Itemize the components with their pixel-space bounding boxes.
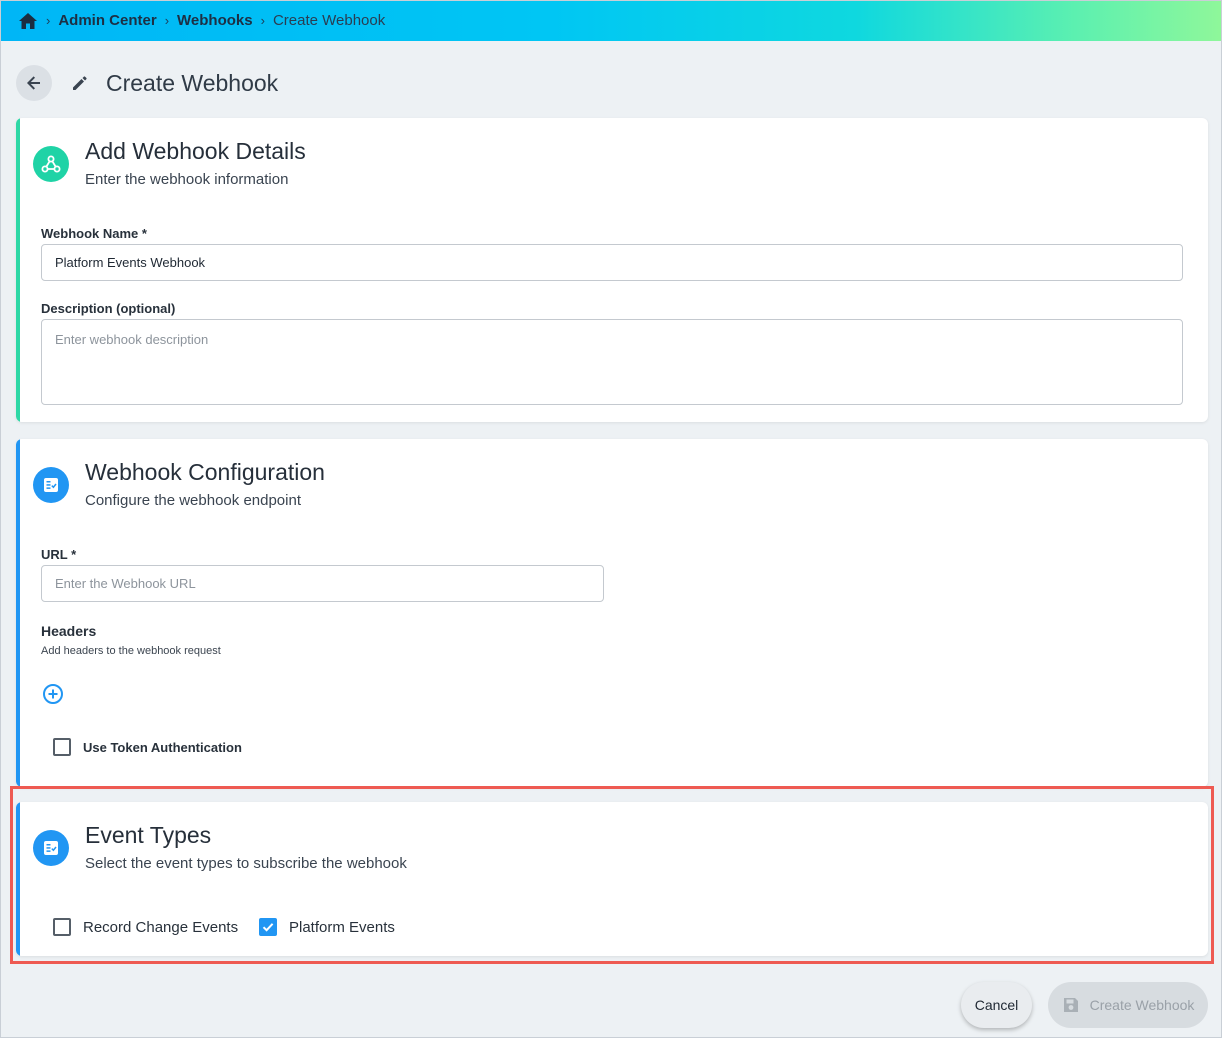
events-card-title: Event Types	[85, 822, 212, 848]
token-auth-checkbox[interactable]	[53, 738, 71, 756]
cancel-button[interactable]: Cancel	[961, 982, 1032, 1028]
headers-help-text: Add headers to the webhook request	[41, 645, 221, 657]
token-auth-row[interactable]: Use Token Authentication	[53, 738, 242, 756]
webhook-name-label: Webhook Name *	[41, 226, 147, 241]
event-types-card: Event Types Select the event types to su…	[16, 802, 1208, 956]
checkmark-icon	[262, 923, 274, 932]
token-auth-label: Use Token Authentication	[83, 739, 242, 755]
home-icon[interactable]	[18, 11, 38, 31]
details-card-subtitle: Enter the webhook information	[85, 171, 289, 188]
description-label: Description (optional)	[41, 301, 176, 316]
create-webhook-label: Create Webhook	[1089, 997, 1195, 1013]
breadcrumb-separator: ›	[164, 13, 170, 28]
breadcrumb-separator: ›	[46, 13, 51, 28]
record-change-events-checkbox[interactable]	[53, 918, 71, 936]
plus-circle-icon	[43, 684, 63, 704]
record-change-events-label: Record Change Events	[83, 918, 239, 936]
webhook-details-card: Add Webhook Details Enter the webhook in…	[16, 118, 1208, 422]
page-title: Create Webhook	[106, 69, 279, 96]
url-input[interactable]	[41, 565, 604, 602]
platform-events-label: Platform Events	[289, 918, 395, 936]
breadcrumb-webhooks[interactable]: Webhooks	[177, 12, 253, 29]
config-card-subtitle: Configure the webhook endpoint	[85, 492, 301, 509]
create-webhook-button[interactable]: Create Webhook	[1048, 982, 1208, 1028]
headers-label: Headers	[41, 623, 97, 639]
url-label: URL *	[41, 547, 77, 562]
page-header: Create Webhook	[16, 64, 278, 102]
webhook-configuration-card: Webhook Configuration Configure the webh…	[16, 439, 1208, 787]
breadcrumb-admin-center[interactable]: Admin Center	[58, 12, 156, 29]
description-textarea[interactable]	[41, 319, 1183, 405]
breadcrumb-separator: ›	[260, 13, 265, 28]
config-card-title: Webhook Configuration	[85, 459, 325, 485]
add-header-button[interactable]	[42, 683, 64, 705]
webhook-name-input[interactable]	[41, 244, 1183, 281]
webhook-icon	[33, 146, 69, 182]
breadcrumb-current: Create Webhook	[272, 12, 386, 29]
event-option-record-change[interactable]: Record Change Events	[53, 918, 238, 936]
checklist-icon	[33, 830, 69, 866]
event-option-platform[interactable]: Platform Events	[259, 918, 395, 936]
events-card-subtitle: Select the event types to subscribe the …	[85, 855, 407, 872]
checklist-icon	[33, 467, 69, 503]
arrow-left-icon	[27, 76, 40, 90]
top-bar: › Admin Center › Webhooks › Create Webho…	[0, 0, 1222, 41]
platform-events-checkbox[interactable]	[259, 918, 277, 936]
pencil-icon	[70, 73, 90, 93]
back-button[interactable]	[16, 65, 52, 101]
details-card-title: Add Webhook Details	[85, 138, 306, 164]
save-icon	[1062, 996, 1080, 1014]
